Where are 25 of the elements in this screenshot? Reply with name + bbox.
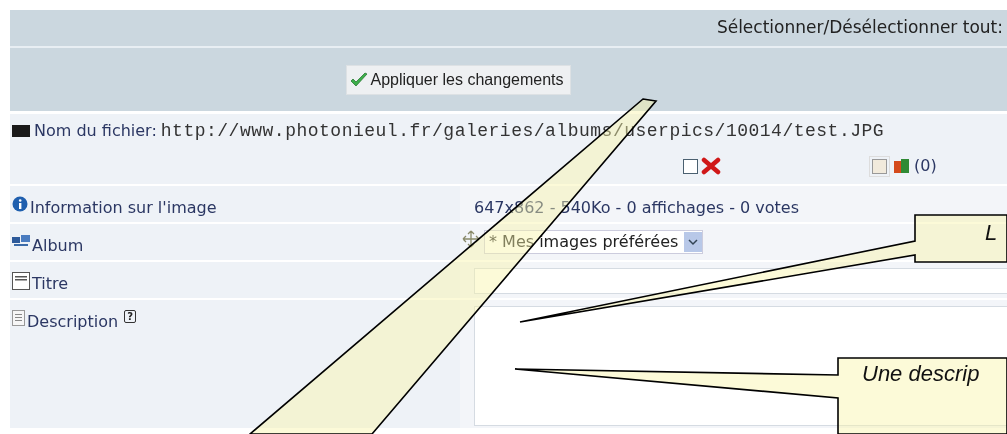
title-input[interactable]	[474, 268, 1007, 294]
album-icon	[12, 234, 30, 247]
album-select-value: * Mes images préférées	[489, 231, 679, 253]
delete-checkbox[interactable]	[683, 158, 698, 174]
album-select[interactable]: * Mes images préférées	[484, 230, 704, 254]
file-name-label: Nom du fichier:	[34, 120, 157, 142]
info-icon	[12, 196, 28, 212]
field-label: Titre	[32, 273, 69, 295]
help-icon[interactable]: ?	[124, 310, 136, 323]
image-approve-icon	[892, 158, 910, 174]
callout-text: L	[985, 219, 998, 247]
select-all-label: Sélectionner/Désélectionner tout:	[716, 16, 1003, 40]
file-icon	[12, 125, 30, 137]
approve-count: (0)	[914, 155, 937, 177]
checkmark-icon	[349, 71, 370, 88]
description-textarea[interactable]	[474, 306, 1007, 426]
delete-x-icon	[701, 157, 721, 175]
approve-checkbox[interactable]	[872, 158, 887, 174]
title-field-icon	[12, 272, 30, 290]
field-label: Description	[27, 311, 119, 333]
move-icon	[462, 230, 480, 248]
apply-changes-button[interactable]: Appliquer les changements	[346, 64, 571, 95]
field-label: Information sur l'image	[30, 197, 217, 219]
callout-text: Une descrip	[862, 360, 980, 388]
field-label: Album	[32, 235, 84, 257]
